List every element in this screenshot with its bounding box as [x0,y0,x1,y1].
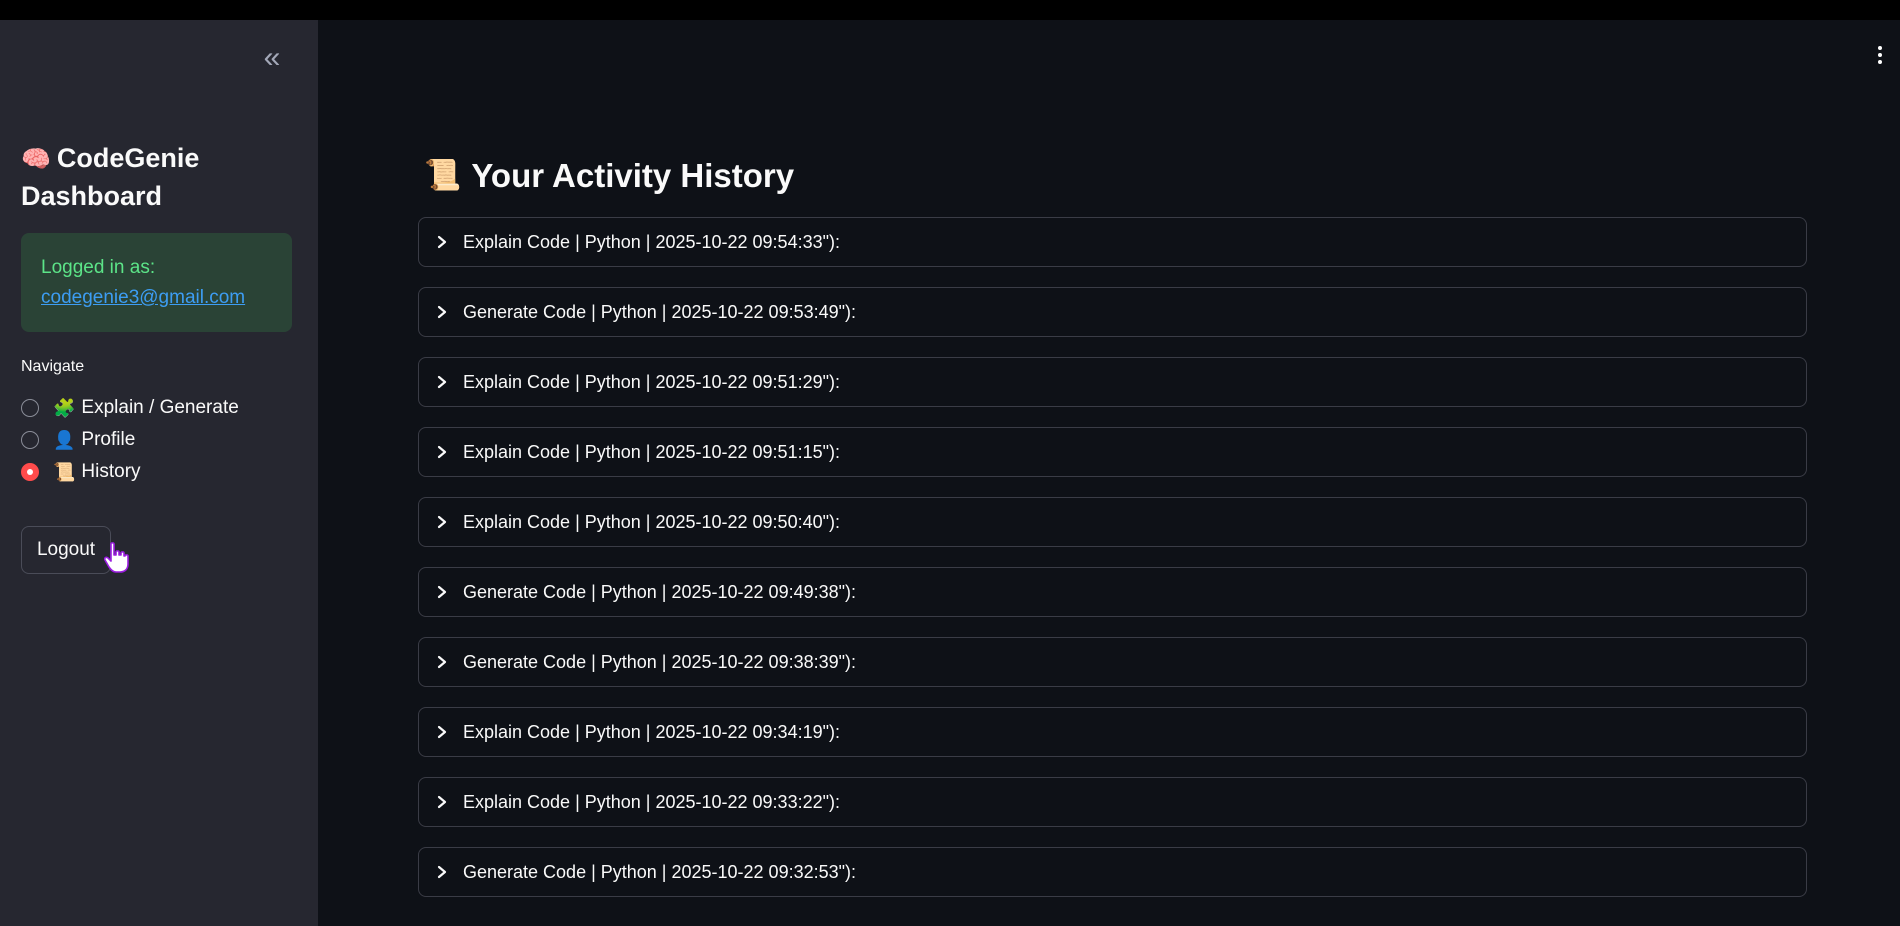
kebab-menu-icon[interactable] [1876,46,1884,68]
nav-item-label: Explain / Generate [81,397,239,418]
history-expander[interactable]: Generate Code | Python | 2025-10-22 09:4… [418,567,1807,617]
history-expander[interactable]: Explain Code | Python | 2025-10-22 09:51… [418,357,1807,407]
history-expander[interactable]: Generate Code | Python | 2025-10-22 09:5… [418,287,1807,337]
login-status-box: Logged in as: codegenie3@gmail.com [21,233,292,332]
scroll-icon: 📜 [53,461,76,482]
chevron-right-icon [437,305,453,319]
history-item-label: Explain Code | Python | 2025-10-22 09:34… [463,721,840,742]
history-list: Explain Code | Python | 2025-10-22 09:54… [418,217,1807,917]
history-expander[interactable]: Explain Code | Python | 2025-10-22 09:34… [418,707,1807,757]
history-item-label: Generate Code | Python | 2025-10-22 09:3… [463,651,857,672]
radio-profile[interactable] [21,431,39,449]
nav-item-profile[interactable]: 👤 Profile [21,424,239,456]
history-item-label: Explain Code | Python | 2025-10-22 09:54… [463,231,840,252]
radio-history[interactable] [21,463,39,481]
sidebar: « 🧠 CodeGenie Dashboard Logged in as: cod… [0,20,318,926]
logout-button[interactable]: Logout [21,526,111,574]
user-icon: 👤 [53,429,76,450]
history-item-label: Explain Code | Python | 2025-10-22 09:50… [463,511,840,532]
nav-item-label: History [81,461,141,482]
chevron-right-icon [437,725,453,739]
chevrons-left-icon[interactable]: « [256,43,288,76]
chevron-right-icon [437,515,453,529]
sidebar-brand: 🧠 CodeGenie Dashboard [21,140,291,215]
chevron-right-icon [437,795,453,809]
history-expander[interactable]: Generate Code | Python | 2025-10-22 09:3… [418,847,1807,897]
history-item-label: Generate Code | Python | 2025-10-22 09:4… [463,581,857,602]
brain-icon: 🧠 [21,146,51,173]
chevron-right-icon [437,375,453,389]
history-expander[interactable]: Explain Code | Python | 2025-10-22 09:54… [418,217,1807,267]
chevron-right-icon [437,445,453,459]
nav-label: Navigate [21,358,85,375]
history-item-label: Explain Code | Python | 2025-10-22 09:51… [463,441,840,462]
history-expander[interactable]: Explain Code | Python | 2025-10-22 09:51… [418,427,1807,477]
history-item-label: Explain Code | Python | 2025-10-22 09:33… [463,791,840,812]
chevron-right-icon [437,235,453,249]
nav-radio-group: 🧩 Explain / Generate 👤 Profile 📜 History [21,392,239,488]
history-item-label: Generate Code | Python | 2025-10-22 09:3… [463,861,857,882]
scroll-icon: 📜 [424,159,462,192]
hand-cursor-icon [104,542,129,573]
history-item-label: Explain Code | Python | 2025-10-22 09:51… [463,371,840,392]
history-expander[interactable]: Explain Code | Python | 2025-10-22 09:50… [418,497,1807,547]
top-bar [0,0,1900,20]
chevron-right-icon [437,865,453,879]
login-email-link[interactable]: codegenie3@gmail.com [41,283,272,313]
chevron-right-icon [437,585,453,599]
page-title-text: Your Activity History [471,157,795,194]
page-title: 📜 Your Activity History [424,154,794,198]
nav-item-label: Profile [81,429,136,450]
login-label: Logged in as: [41,257,156,278]
radio-explain-generate[interactable] [21,399,39,417]
history-expander[interactable]: Explain Code | Python | 2025-10-22 09:33… [418,777,1807,827]
nav-item-history[interactable]: 📜 History [21,456,239,488]
chevron-right-icon [437,655,453,669]
nav-item-explain-generate[interactable]: 🧩 Explain / Generate [21,392,239,424]
history-expander[interactable]: Generate Code | Python | 2025-10-22 09:3… [418,637,1807,687]
puzzle-icon: 🧩 [53,397,76,418]
history-item-label: Generate Code | Python | 2025-10-22 09:5… [463,301,857,322]
